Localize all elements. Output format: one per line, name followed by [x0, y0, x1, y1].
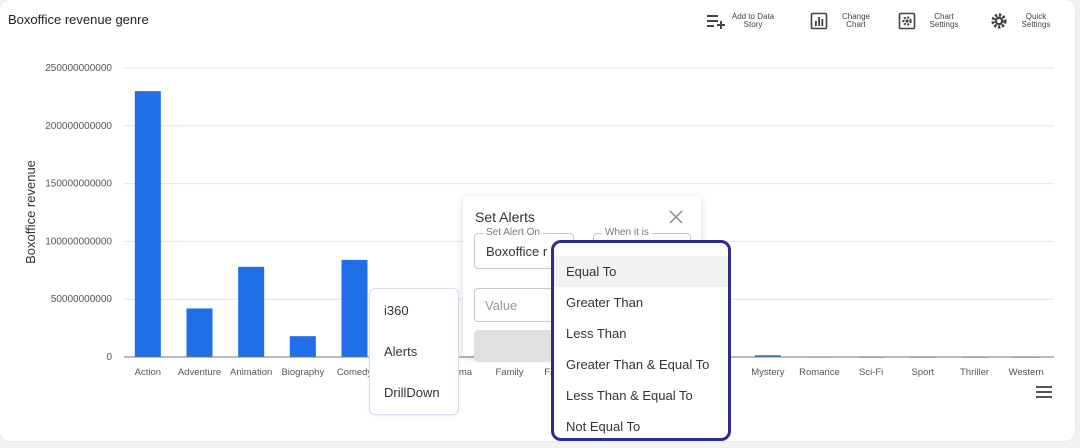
context-menu-item-drilldown[interactable]: DrillDown	[384, 385, 440, 400]
x-tick-label: Biography	[281, 367, 324, 378]
bar-adventure[interactable]	[186, 308, 213, 357]
x-tick-label: Comedy	[337, 367, 373, 378]
bar-action[interactable]	[134, 91, 161, 358]
x-tick-label: Action	[135, 367, 161, 378]
x-tick-label: Animation	[230, 367, 272, 378]
x-tick-label: Family	[496, 367, 524, 378]
context-menu: i360 Alerts DrillDown	[369, 288, 459, 415]
dropdown-option-less-than-equal-to[interactable]: Less Than & Equal To	[554, 380, 728, 411]
dropdown-option-greater-than[interactable]: Greater Than	[554, 287, 728, 318]
x-tick-label: Romance	[799, 367, 840, 378]
set-alert-on-label: Set Alert On	[483, 227, 543, 238]
bar-comedy[interactable]	[341, 259, 368, 357]
condition-dropdown: Equal To Greater Than Less Than Greater …	[551, 240, 731, 441]
x-tick-label: Sci-Fi	[859, 367, 883, 378]
y-tick-label: 50000000000	[51, 294, 113, 305]
close-icon[interactable]	[667, 208, 685, 226]
dropdown-option-less-than[interactable]: Less Than	[554, 318, 728, 349]
x-tick-label: Adventure	[178, 367, 221, 378]
context-menu-item-i360[interactable]: i360	[384, 303, 409, 318]
set-alerts-title: Set Alerts	[475, 209, 535, 225]
y-tick-label: 100000000000	[45, 236, 112, 247]
bar-biography[interactable]	[289, 336, 316, 357]
dropdown-option-not-equal-to[interactable]: Not Equal To	[554, 411, 728, 438]
y-axis-label: Boxoffice revenue	[23, 160, 38, 264]
y-tick-label: 200000000000	[45, 121, 112, 132]
x-tick-label: Sport	[911, 367, 934, 378]
chart-menu-icon[interactable]	[1036, 385, 1052, 399]
y-tick-label: 150000000000	[45, 179, 112, 190]
bar-animation[interactable]	[238, 266, 265, 357]
x-tick-label: Thriller	[960, 367, 989, 378]
dropdown-option-greater-than-equal-to[interactable]: Greater Than & Equal To	[554, 349, 728, 380]
y-tick-label: 250000000000	[45, 63, 112, 74]
x-tick-label: Mystery	[751, 367, 785, 378]
x-tick-label: Western	[1009, 367, 1044, 378]
when-it-is-label: When it is	[602, 227, 652, 238]
y-tick-label: 0	[106, 352, 112, 363]
y-axis-ticks: 0 50000000000 100000000000 150000000000 2000…	[45, 63, 112, 363]
context-menu-item-alerts[interactable]: Alerts	[384, 344, 417, 359]
dropdown-option-equal-to[interactable]: Equal To	[554, 256, 728, 287]
